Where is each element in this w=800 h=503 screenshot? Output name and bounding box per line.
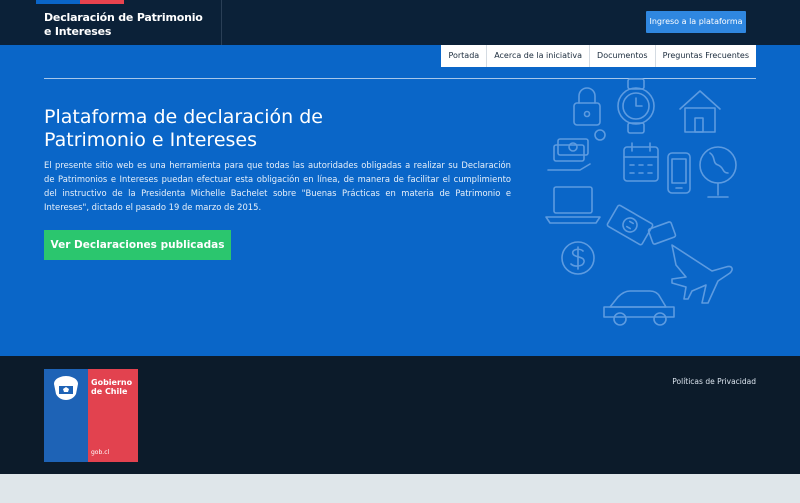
money-stack-icon [547,138,591,171]
header-divider [221,0,222,45]
page-bottom [0,474,800,503]
site-title-line2: e Intereses [44,25,112,38]
hero-title: Plataforma de declaración de Patrimonio … [44,106,404,152]
car-icon [603,290,675,326]
logo-url: gob.cl [91,449,110,456]
dollar-coin-icon [561,241,595,275]
tab-acerca[interactable]: Acerca de la iniciativa [486,45,589,67]
main-nav: Portada Acerca de la iniciativa Document… [441,45,756,67]
logo-line1: Gobierno [91,378,133,387]
tab-documentos[interactable]: Documentos [589,45,655,67]
gobierno-de-chile-logo[interactable]: Gobierno de Chile gob.cl [44,369,138,462]
phone-icon [667,152,691,194]
logo-text: Gobierno de Chile [91,378,132,396]
hero-title-line2: Patrimonio e Intereses [44,129,257,151]
hero-title-line1: Plataforma de declaración de [44,106,323,128]
flag-stripe [36,0,124,4]
logo-line2: de Chile [91,387,128,396]
site-title-line1: Declaración de Patrimonio [44,11,203,24]
banknote-icon [606,204,654,246]
tab-portada[interactable]: Portada [441,45,486,67]
hero-section: Portada Acerca de la iniciativa Document… [0,45,800,356]
tab-preguntas[interactable]: Preguntas Frecuentes [654,45,756,67]
padlock-icon [573,87,601,126]
globe-icon [699,146,737,198]
footer: Gobierno de Chile gob.cl Políticas de Pr… [0,356,800,474]
watch-icon [617,78,655,134]
login-button[interactable]: Ingreso a la plataforma [646,11,746,33]
hero-description: El presente sitio web es una herramienta… [44,160,511,212]
laptop-icon [545,186,601,224]
airplane-icon [671,244,733,304]
house-icon [679,90,721,133]
coin-icon [594,129,606,141]
hero-illustration [545,78,737,326]
ver-declaraciones-button[interactable]: Ver Declaraciones publicadas [44,230,231,260]
coat-of-arms-icon [54,376,78,400]
privacy-link[interactable]: Políticas de Privacidad [672,377,756,386]
calendar-icon [623,142,659,182]
site-title[interactable]: Declaración de Patrimonio e Intereses [44,11,203,39]
top-header: Declaración de Patrimonio e Intereses In… [0,0,800,45]
